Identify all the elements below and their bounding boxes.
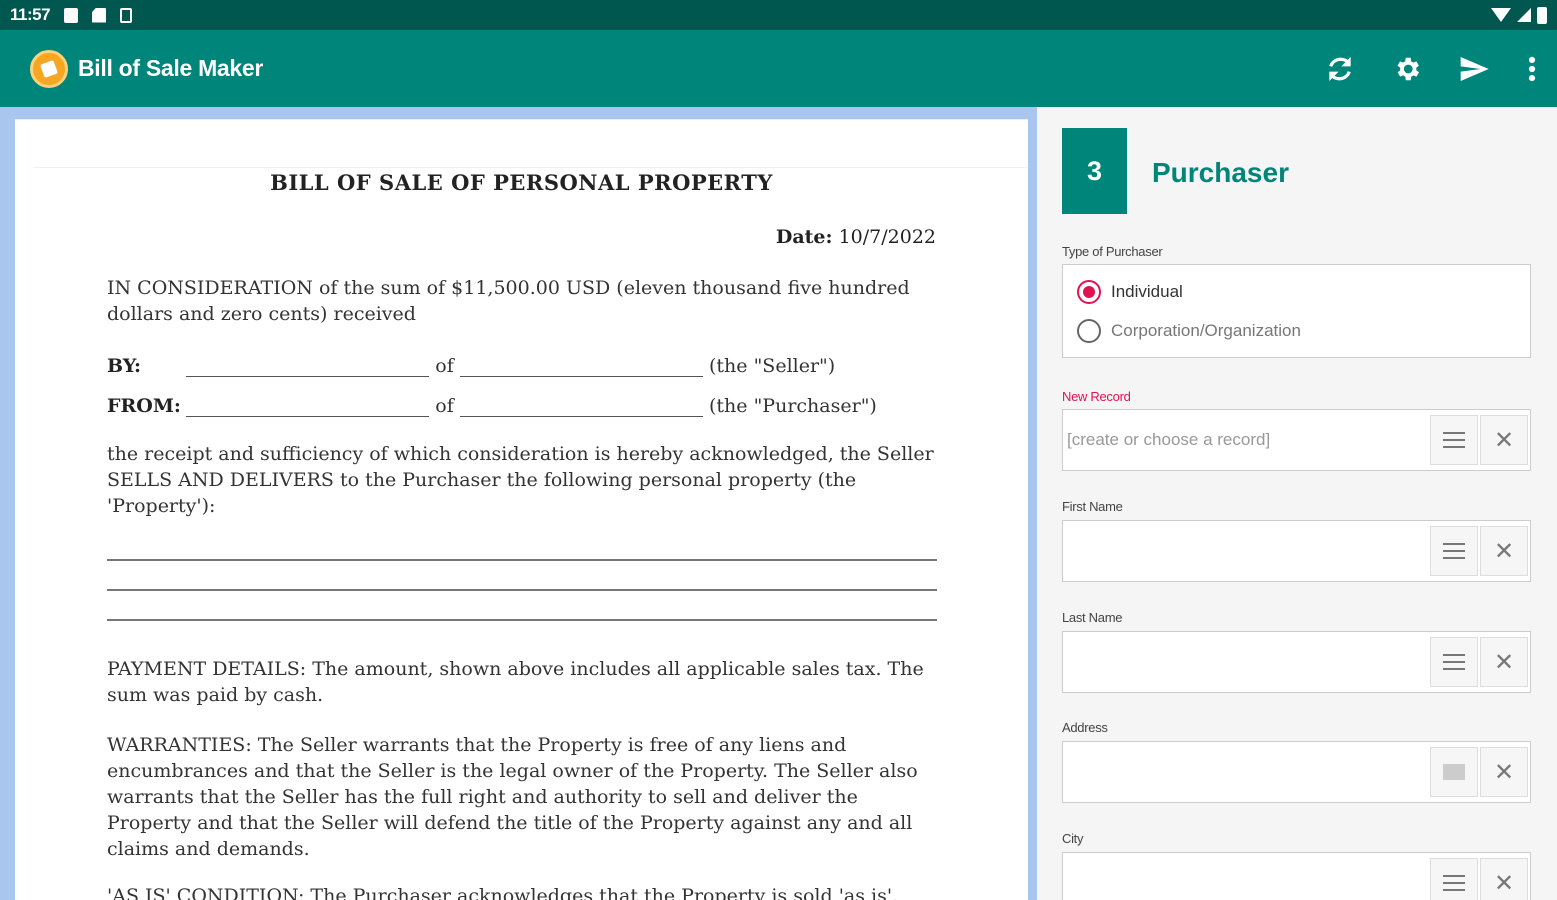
consideration-paragraph: IN CONSIDERATION of the sum of $11,500.0…	[107, 277, 910, 325]
date-label: Date:	[775, 226, 833, 248]
date-value: 10/7/2022	[838, 226, 936, 248]
close-icon: ✕	[1493, 537, 1515, 565]
address-clear-button[interactable]: ✕	[1480, 747, 1528, 797]
gear-icon	[1397, 57, 1419, 80]
toolbar-actions	[1306, 30, 1557, 107]
first-name-clear-button[interactable]: ✕	[1480, 526, 1528, 576]
radio-unselected-icon	[1077, 319, 1101, 343]
radio-individual[interactable]: Individual	[1077, 280, 1183, 304]
property-line	[107, 619, 937, 621]
purchaser-address-blank	[460, 395, 703, 417]
first-name-input[interactable]	[1067, 525, 1422, 577]
close-icon: ✕	[1493, 648, 1515, 676]
receipt-paragraph: the receipt and sufficiency of which con…	[107, 443, 934, 517]
as-is-paragraph: 'AS IS' CONDITION: The Purchaser acknowl…	[107, 885, 899, 900]
status-time: 11:57	[10, 5, 51, 24]
list-icon	[1443, 654, 1465, 670]
sim-icon	[120, 7, 133, 23]
new-record-field: ✕	[1062, 409, 1531, 471]
send-button[interactable]	[1440, 30, 1507, 107]
sd-card-icon	[92, 7, 107, 23]
purchaser-name-blank	[186, 395, 429, 417]
new-record-input[interactable]	[1067, 414, 1422, 466]
new-record-label: New Record	[1062, 389, 1131, 404]
app-bar: Bill of Sale Maker	[0, 30, 1557, 107]
clear-record-button[interactable]: ✕	[1480, 415, 1528, 465]
purchaser-row: FROM: of (the "Purchaser")	[107, 391, 877, 417]
step-title: Purchaser	[1152, 157, 1289, 188]
address-field: ✕	[1062, 741, 1531, 803]
close-icon: ✕	[1493, 758, 1515, 786]
document-title: BILL OF SALE OF PERSONAL PROPERTY	[270, 170, 773, 195]
last-name-input[interactable]	[1067, 636, 1422, 688]
list-icon	[1443, 875, 1465, 891]
app-logo-icon	[30, 49, 68, 88]
city-clear-button[interactable]: ✕	[1480, 858, 1528, 900]
document-date: Date: 10/7/2022	[776, 226, 936, 248]
property-line	[107, 559, 937, 561]
city-list-button[interactable]	[1430, 858, 1478, 900]
purchaser-form-panel: 3 Purchaser Type of Purchaser Individual…	[1037, 107, 1557, 900]
of-label: of	[435, 355, 454, 377]
notification-icon	[64, 7, 79, 23]
from-label: FROM:	[107, 395, 181, 417]
radio-corporation[interactable]: Corporation/Organization	[1077, 319, 1301, 343]
of-label: of	[435, 395, 454, 417]
address-book-icon	[1443, 764, 1465, 780]
close-icon: ✕	[1493, 869, 1515, 897]
step-number-badge: 3	[1062, 128, 1127, 214]
seller-address-blank	[460, 355, 703, 377]
city-input[interactable]	[1067, 857, 1422, 900]
list-icon	[1443, 543, 1465, 559]
first-name-list-button[interactable]	[1430, 526, 1478, 576]
address-label: Address	[1062, 720, 1108, 735]
seller-row: BY: of (the "Seller")	[107, 351, 835, 377]
radio-individual-label: Individual	[1111, 282, 1183, 301]
list-icon	[1443, 432, 1465, 448]
last-name-list-button[interactable]	[1430, 637, 1478, 687]
radio-corporation-label: Corporation/Organization	[1111, 321, 1301, 340]
seller-name-blank	[186, 355, 429, 377]
close-icon: ✕	[1493, 426, 1515, 454]
app-title: Bill of Sale Maker	[78, 55, 264, 81]
last-name-field: ✕	[1062, 631, 1531, 693]
property-line	[107, 589, 937, 591]
document-page[interactable]: BILL OF SALE OF PERSONAL PROPERTY Date: …	[15, 119, 1028, 900]
warranties-paragraph: WARRANTIES: The Seller warrants that the…	[107, 734, 918, 860]
refresh-button[interactable]	[1306, 30, 1373, 107]
status-bar: 11:57	[0, 0, 1557, 30]
battery-icon	[1537, 6, 1547, 24]
more-vert-icon	[1528, 56, 1536, 81]
send-icon	[1460, 56, 1489, 81]
choose-record-button[interactable]	[1430, 415, 1478, 465]
type-of-purchaser-label: Type of Purchaser	[1062, 244, 1163, 259]
document-preview-panel: BILL OF SALE OF PERSONAL PROPERTY Date: …	[0, 107, 1037, 900]
signal-icon	[1517, 8, 1531, 22]
wifi-icon	[1491, 8, 1511, 22]
radio-selected-icon	[1077, 280, 1101, 304]
by-label: BY:	[107, 355, 141, 377]
first-name-label: First Name	[1062, 499, 1123, 514]
page-divider	[33, 167, 1028, 168]
city-field: ✕	[1062, 852, 1531, 900]
address-input[interactable]	[1067, 746, 1422, 798]
settings-button[interactable]	[1373, 30, 1440, 107]
more-options-button[interactable]	[1507, 30, 1557, 107]
seller-role: (the "Seller")	[709, 355, 836, 377]
purchaser-type-group: Individual Corporation/Organization	[1062, 264, 1531, 358]
purchaser-role: (the "Purchaser")	[709, 395, 877, 417]
payment-details-paragraph: PAYMENT DETAILS: The amount, shown above…	[107, 658, 924, 706]
address-list-button[interactable]	[1430, 747, 1478, 797]
first-name-field: ✕	[1062, 520, 1531, 582]
city-label: City	[1062, 831, 1084, 846]
refresh-icon	[1328, 56, 1351, 81]
last-name-clear-button[interactable]: ✕	[1480, 637, 1528, 687]
last-name-label: Last Name	[1062, 610, 1123, 625]
